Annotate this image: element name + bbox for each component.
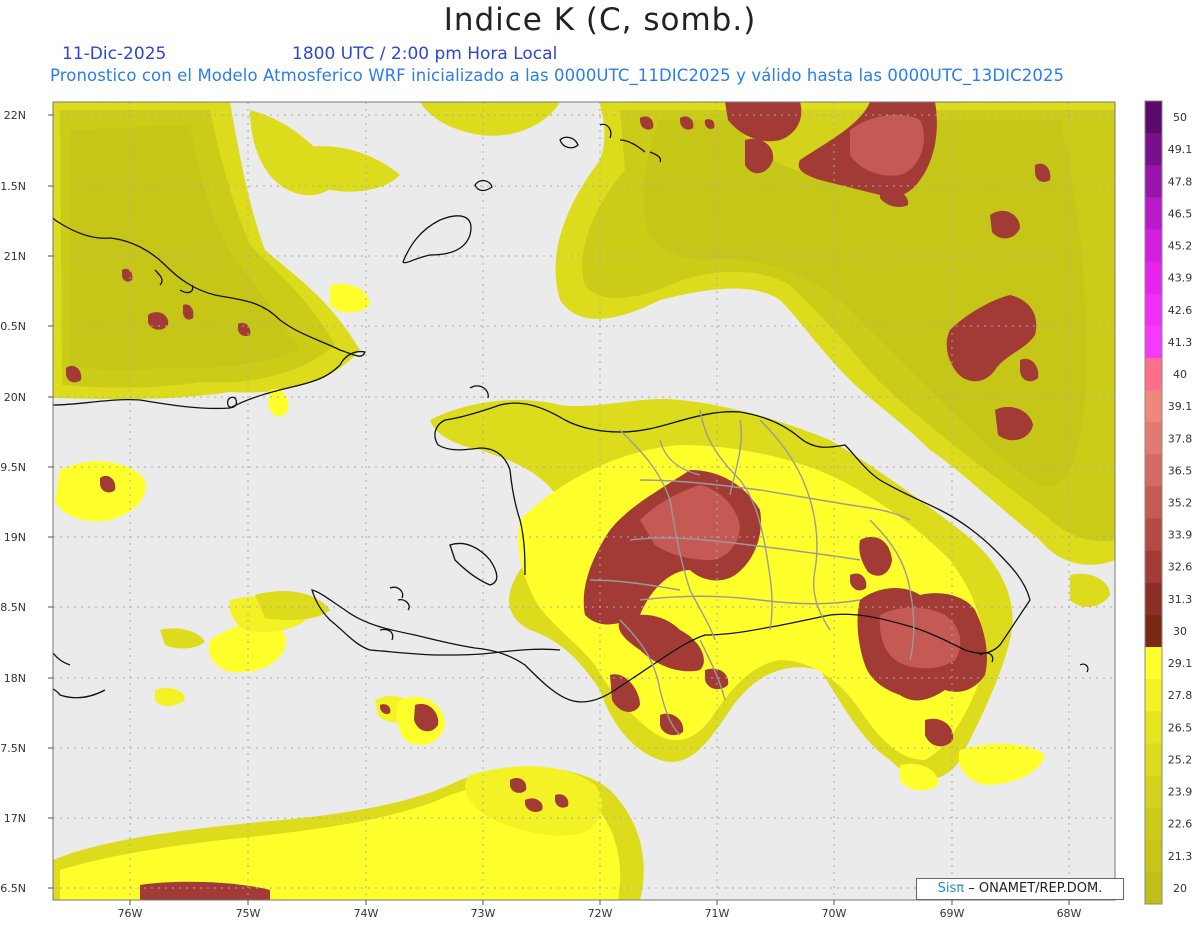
colorbar-swatch (1145, 229, 1162, 263)
colorbar-label: 39.1 (1168, 400, 1193, 413)
colorbar-label: 43.9 (1168, 272, 1193, 285)
colorbar-swatch (1145, 871, 1162, 905)
colorbar-label: 42.6 (1168, 304, 1193, 317)
lat-label: 0.5N (0, 320, 26, 333)
lat-label: 20N (4, 391, 26, 404)
colorbar-swatch (1145, 422, 1162, 455)
lat-label: 18N (4, 672, 26, 685)
lat-label: 8.5N (0, 601, 26, 614)
colorbar-swatch (1145, 325, 1162, 359)
lon-label: 72W (588, 907, 613, 920)
colorbar-swatch (1145, 518, 1162, 552)
lon-label: 69W (940, 907, 965, 920)
k-index-map: 22N 1.5N 21N 0.5N 20N 9.5N 19N 8.5N 18N … (0, 100, 1193, 920)
colorbar-label: 41.3 (1168, 336, 1193, 349)
colorbar-label: 25.2 (1168, 753, 1193, 766)
colorbar-label: 29.1 (1168, 657, 1193, 670)
lon-label: 73W (471, 907, 496, 920)
sispi-logo: Sisπ (937, 881, 965, 896)
colorbar-swatch (1145, 197, 1162, 230)
lon-label: 68W (1057, 907, 1082, 920)
colorbar-swatch (1145, 839, 1162, 873)
colorbar-label: 32.6 (1168, 561, 1193, 574)
colorbar-swatch (1145, 390, 1162, 423)
lat-label: 6.5N (0, 882, 26, 895)
colorbar-label: 45.2 (1168, 240, 1193, 253)
colorbar-swatch (1145, 165, 1162, 198)
colorbar-label: 35.2 (1168, 497, 1193, 510)
lat-label: 7.5N (0, 742, 26, 755)
lat-label: 17N (4, 812, 26, 825)
colorbar-label: 31.3 (1168, 593, 1193, 606)
colorbar-label: 20 (1173, 882, 1187, 895)
colorbar-swatch (1145, 711, 1162, 744)
lon-label: 71W (705, 907, 730, 920)
colorbar-label: 21.3 (1168, 850, 1193, 863)
colorbar-swatch (1145, 293, 1162, 327)
colorbar-swatch (1145, 101, 1162, 134)
colorbar-swatch (1145, 486, 1162, 520)
colorbar-label: 23.9 (1168, 786, 1193, 799)
colorbar-label: 50 (1173, 111, 1187, 124)
latitude-labels: 22N 1.5N 21N 0.5N 20N 9.5N 19N 8.5N 18N … (0, 109, 26, 895)
colorbar-label: 49.1 (1168, 143, 1193, 156)
colorbar-label: 33.9 (1168, 529, 1193, 542)
colorbar-swatch (1145, 357, 1162, 391)
colorbar-label: 30 (1173, 625, 1187, 638)
colorbar-swatch (1145, 582, 1162, 616)
colorbar-label: 37.8 (1168, 432, 1193, 445)
colorbar-label: 22.6 (1168, 818, 1193, 831)
lon-label: 74W (354, 907, 379, 920)
lon-label: 70W (822, 907, 847, 920)
colorbar-swatch (1145, 133, 1162, 166)
lat-label: 22N (4, 109, 26, 122)
lat-label: 9.5N (0, 461, 26, 474)
credit-text: – ONAMET/REP.DOM. (968, 881, 1103, 896)
colorbar-label: 46.5 (1168, 207, 1193, 220)
colorbar-swatch (1145, 261, 1162, 295)
colorbar-label: 47.8 (1168, 175, 1193, 188)
colorbar-label: 26.5 (1168, 721, 1193, 734)
lon-label: 76W (118, 907, 143, 920)
colorbar-swatch (1145, 775, 1162, 809)
colorbar-swatch (1145, 550, 1162, 584)
credit-box: Sisπ – ONAMET/REP.DOM. (916, 878, 1124, 900)
colorbar-label: 40 (1173, 368, 1187, 381)
colorbar-swatch (1145, 679, 1162, 712)
lat-label: 19N (4, 531, 26, 544)
colorbar-swatch (1145, 614, 1162, 648)
colorbar-swatch (1145, 454, 1162, 487)
lat-label: 21N (4, 250, 26, 263)
colorbar: 50 49.1 47.8 46.5 45.2 43.9 42.6 41.3 40 39.1 37.8… (1144, 100, 1193, 905)
longitude-labels: 76W 75W 74W 73W 72W 71W 70W 69W 68W (118, 907, 1082, 920)
colorbar-label: 36.5 (1168, 464, 1193, 477)
lon-label: 75W (236, 907, 261, 920)
colorbar-swatch (1145, 743, 1162, 777)
colorbar-swatch (1145, 807, 1162, 841)
lat-label: 1.5N (0, 180, 26, 193)
colorbar-label: 27.8 (1168, 689, 1193, 702)
colorbar-swatch (1145, 647, 1162, 680)
